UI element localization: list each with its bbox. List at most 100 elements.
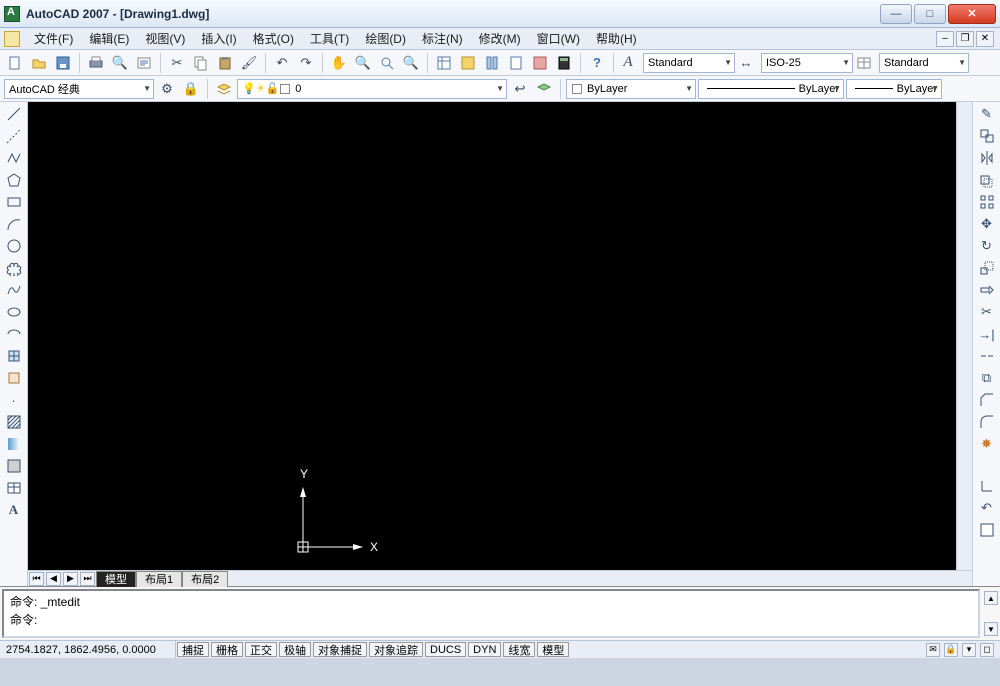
grid-toggle[interactable]: 栅格 (211, 642, 243, 657)
properties-button[interactable] (433, 52, 455, 74)
print-button[interactable] (85, 52, 107, 74)
zoom-realtime-button[interactable]: 🔍 (352, 52, 374, 74)
menu-view[interactable]: 视图(V) (137, 28, 193, 49)
explode-tool[interactable]: ✸ (976, 434, 998, 454)
text-style-combo[interactable]: Standard▼ (643, 53, 735, 73)
paste-button[interactable] (214, 52, 236, 74)
pan-button[interactable]: ✋ (328, 52, 350, 74)
scale-tool[interactable] (976, 258, 998, 278)
ellipse-tool[interactable] (3, 302, 25, 322)
menu-dim[interactable]: 标注(N) (414, 28, 471, 49)
menu-format[interactable]: 格式(O) (245, 28, 302, 49)
sheet-set-button[interactable] (505, 52, 527, 74)
snap-toggle[interactable]: 捕捉 (177, 642, 209, 657)
tab-prev-button[interactable]: ◀ (46, 572, 61, 586)
menu-window[interactable]: 窗口(W) (529, 28, 588, 49)
mtext-tool[interactable]: A (3, 500, 25, 520)
point-tool[interactable]: · (3, 390, 25, 410)
arc-tool[interactable] (3, 214, 25, 234)
extend-tool[interactable]: →| (976, 324, 998, 344)
layer-states-button[interactable] (533, 78, 555, 100)
trim-tool[interactable]: ✂ (976, 302, 998, 322)
offset-tool[interactable] (976, 170, 998, 190)
command-window[interactable]: 命令: _mtedit 命令: ▲ ▼ (0, 586, 1000, 640)
dim-style-combo[interactable]: ISO-25▼ (761, 53, 853, 73)
join-tool[interactable]: ⧉ (976, 368, 998, 388)
make-block-tool[interactable] (3, 368, 25, 388)
menu-file[interactable]: 文件(F) (26, 28, 81, 49)
new-button[interactable] (4, 52, 26, 74)
menu-tools[interactable]: 工具(T) (302, 28, 357, 49)
minimize-button[interactable]: — (880, 4, 912, 24)
array-tool[interactable] (976, 192, 998, 212)
publish-button[interactable] (133, 52, 155, 74)
tab-model[interactable]: 模型 (96, 571, 136, 587)
polygon-tool[interactable] (3, 170, 25, 190)
gradient-tool[interactable] (3, 434, 25, 454)
table-style-combo[interactable]: Standard▼ (879, 53, 969, 73)
stretch-tool[interactable] (976, 280, 998, 300)
drawing-canvas[interactable]: Y X (28, 102, 956, 570)
zoom-previous-button[interactable]: 🔍 (400, 52, 422, 74)
model-toggle[interactable]: 模型 (537, 642, 569, 657)
ortho-toggle[interactable]: 正交 (245, 642, 277, 657)
lock-icon[interactable]: 🔒 (944, 643, 958, 657)
mdi-close-button[interactable]: ✕ (976, 31, 994, 47)
menu-insert[interactable]: 插入(I) (193, 28, 244, 49)
fillet-tool[interactable] (976, 412, 998, 432)
maximize-button[interactable]: □ (914, 4, 946, 24)
named-ucs-tool[interactable] (976, 520, 998, 540)
menu-help[interactable]: 帮助(H) (588, 28, 645, 49)
menu-modify[interactable]: 修改(M) (471, 28, 529, 49)
layer-previous-button[interactable]: ↩ (509, 78, 531, 100)
menu-draw[interactable]: 绘图(D) (357, 28, 414, 49)
ucs-tool[interactable] (976, 476, 998, 496)
construction-line-tool[interactable] (3, 126, 25, 146)
open-button[interactable] (28, 52, 50, 74)
menu-edit[interactable]: 编辑(E) (81, 28, 137, 49)
workspace-combo[interactable]: AutoCAD 经典▼ (4, 79, 154, 99)
insert-block-tool[interactable] (3, 346, 25, 366)
tool-palettes-button[interactable] (481, 52, 503, 74)
tray-settings-icon[interactable]: ▾ (962, 643, 976, 657)
cmd-scroll-up[interactable]: ▲ (984, 591, 998, 605)
rectangle-tool[interactable] (3, 192, 25, 212)
comm-center-icon[interactable]: ✉ (926, 643, 940, 657)
copy-tool[interactable] (976, 126, 998, 146)
mdi-minimize-button[interactable]: – (936, 31, 954, 47)
save-button[interactable] (52, 52, 74, 74)
lwt-toggle[interactable]: 线宽 (503, 642, 535, 657)
tab-first-button[interactable]: ⏮ (29, 572, 44, 586)
redo-button[interactable]: ↷ (295, 52, 317, 74)
plot-preview-button[interactable]: 🔍 (109, 52, 131, 74)
chamfer-tool[interactable] (976, 390, 998, 410)
close-button[interactable]: ✕ (948, 4, 996, 24)
ellipse-arc-tool[interactable] (3, 324, 25, 344)
hatch-tool[interactable] (3, 412, 25, 432)
otrack-toggle[interactable]: 对象追踪 (369, 642, 423, 657)
mirror-tool[interactable] (976, 148, 998, 168)
polar-toggle[interactable]: 极轴 (279, 642, 311, 657)
tab-layout1[interactable]: 布局1 (136, 571, 182, 587)
design-center-button[interactable] (457, 52, 479, 74)
table-tool[interactable] (3, 478, 25, 498)
calculator-button[interactable] (553, 52, 575, 74)
polyline-tool[interactable] (3, 148, 25, 168)
mdi-restore-button[interactable]: ❐ (956, 31, 974, 47)
erase-tool[interactable]: ✎ (976, 104, 998, 124)
clean-screen-icon[interactable]: ◻ (980, 643, 994, 657)
break-tool[interactable] (976, 346, 998, 366)
zoom-window-button[interactable] (376, 52, 398, 74)
color-combo[interactable]: ByLayer▼ (566, 79, 696, 99)
dyn-toggle[interactable]: DYN (468, 642, 501, 657)
vertical-scrollbar[interactable] (956, 102, 972, 570)
tab-layout2[interactable]: 布局2 (182, 571, 228, 587)
markup-button[interactable] (529, 52, 551, 74)
lineweight-combo[interactable]: ByLayer▼ (846, 79, 942, 99)
cut-button[interactable]: ✂ (166, 52, 188, 74)
revision-cloud-tool[interactable] (3, 258, 25, 278)
line-tool[interactable] (3, 104, 25, 124)
layer-combo[interactable]: 💡☀🔓 0▼ (237, 79, 507, 99)
copy-button[interactable] (190, 52, 212, 74)
ucs-previous-tool[interactable]: ↶ (976, 498, 998, 518)
